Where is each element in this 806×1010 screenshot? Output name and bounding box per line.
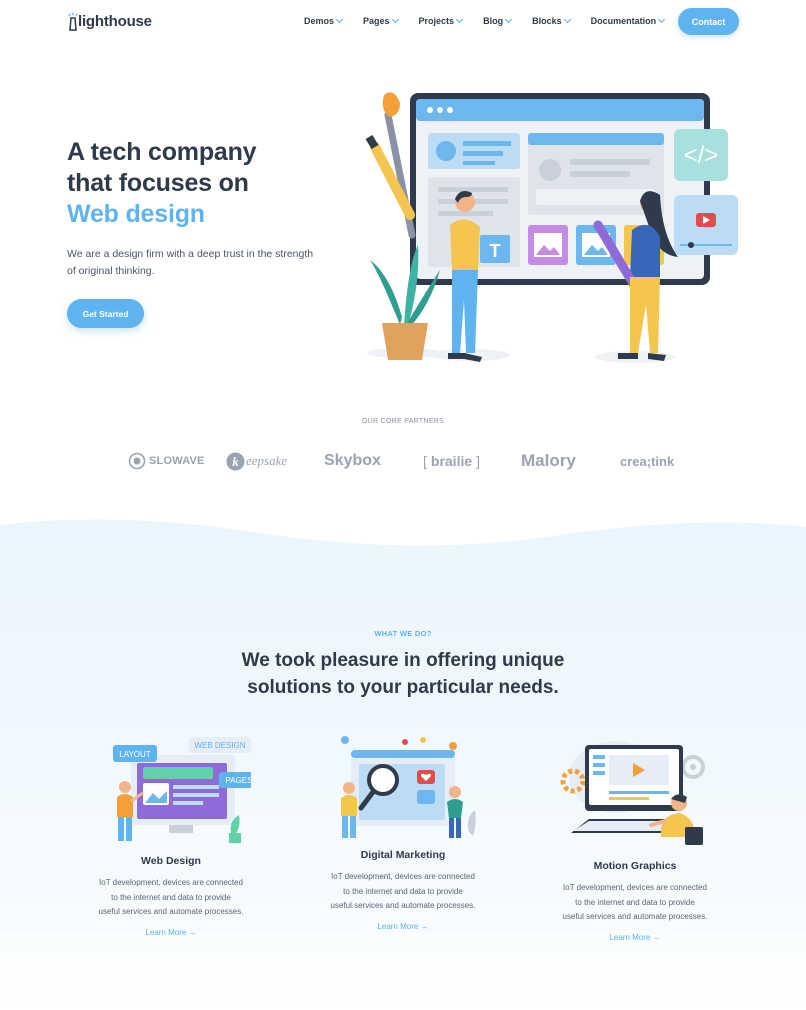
get-started-button[interactable]: Get Started <box>67 299 144 328</box>
card-desc-line: useful services and automate processes. <box>330 901 476 910</box>
svg-text:</>: </> <box>684 142 719 169</box>
hero-title-accent: Web design <box>67 200 205 228</box>
partner-logo-brailie[interactable]: [ brailie ] <box>423 446 480 476</box>
card-desc-line: IoT development, devices are connected <box>563 883 707 892</box>
hero-title-line: A tech company <box>67 138 257 166</box>
partners-label: OUR CORE PARTNERS <box>361 418 445 425</box>
partner-logo-skybox[interactable]: Skybox <box>324 446 381 476</box>
bracket-left: [ <box>423 453 427 469</box>
card-desc-line: IoT development, devices are connected <box>331 872 475 881</box>
digital-marketing-illustration <box>341 736 476 838</box>
lighthouse-icon <box>67 12 78 31</box>
hero-illustration: </> T <box>360 85 750 370</box>
chevron-down-icon <box>658 15 666 24</box>
partner-logo-creatink[interactable]: crea;tink <box>620 446 674 476</box>
partner-logo-slowave[interactable]: SLOWAVE <box>128 446 205 476</box>
partner-name: eepsake <box>246 453 288 468</box>
chevron-down-icon <box>563 15 571 24</box>
learn-more-link[interactable]: Learn More → <box>377 922 428 931</box>
nav-item-blocks[interactable]: Blocks <box>532 15 571 26</box>
partner-logo-malory[interactable]: Malory <box>521 446 576 476</box>
nav-item-demos[interactable]: Demos <box>304 15 344 26</box>
partner-name: brailie <box>430 453 473 469</box>
learn-more-link[interactable]: Learn More → <box>145 928 196 937</box>
partner-name: Skybox <box>324 452 381 469</box>
services-eyebrow: WHAT WE DO? <box>374 629 432 638</box>
card-desc-line: IoT development, devices are connected <box>99 878 243 887</box>
services-title-line: solutions to your particular needs. <box>247 677 559 698</box>
motion-graphics-illustration <box>560 741 705 845</box>
nav-item-label: Projects <box>418 16 455 26</box>
main-menu: Demos Pages Projects Blog Blocks Documen… <box>304 15 685 26</box>
card-desc-line: to the internet and data to provide <box>343 886 463 896</box>
card-desc-line: useful services and automate processes. <box>98 907 244 916</box>
nav-item-label: Pages <box>363 16 390 26</box>
nav-item-label: Blocks <box>532 16 562 26</box>
brand-logo[interactable]: lighthouse <box>67 12 152 31</box>
partner-logos: SLOWAVE k eepsake Skybox [ brailie ] Mal… <box>0 446 806 476</box>
card-description: IoT development, devices are connected t… <box>76 876 266 920</box>
nav-item-documentation[interactable]: Documentation <box>590 15 666 26</box>
web-design-illustration: LAYOUT WEB DESIGN PAGES <box>113 737 251 843</box>
layout-tag: LAYOUT <box>119 750 151 759</box>
keepsake-icon: k <box>226 452 245 470</box>
nav-item-label: Documentation <box>590 16 657 26</box>
chevron-down-icon <box>335 15 344 24</box>
services-title-line: We took pleasure in offering unique <box>241 650 565 671</box>
card-title: Digital Marketing <box>360 849 446 861</box>
card-description: IoT development, devices are connected t… <box>540 881 730 925</box>
card-desc-line: useful services and automate processes. <box>562 912 708 921</box>
svg-text:T: T <box>490 241 501 261</box>
chevron-down-icon <box>505 15 513 24</box>
hero-title-line: that focuses on <box>67 169 249 197</box>
card-title: Web Design <box>141 855 201 867</box>
nav-item-projects[interactable]: Projects <box>418 15 464 26</box>
chevron-down-icon <box>456 15 464 24</box>
slowave-icon <box>128 452 146 470</box>
hero-subtitle: We are a design firm with a deep trust i… <box>67 248 314 277</box>
partner-name: crea;tink <box>620 453 675 469</box>
service-card-web-design: LAYOUT WEB DESIGN PAGES Web Design IoT d… <box>76 735 266 940</box>
learn-more-link[interactable]: Learn More → <box>609 933 660 942</box>
nav-item-label: Demos <box>304 16 335 26</box>
brand-name: lighthouse <box>78 13 152 30</box>
service-card-motion-graphics: Motion Graphics IoT development, devices… <box>540 737 730 945</box>
card-description: IoT development, devices are connected t… <box>308 870 498 914</box>
card-desc-line: to the internet and data to provide <box>575 897 695 907</box>
hero-title: A tech company that focuses on Web desig… <box>67 137 257 230</box>
bracket-right: ] <box>476 453 481 469</box>
top-navigation: lighthouse Demos Pages Projects Blog Blo… <box>0 0 806 44</box>
partner-logo-keepsake[interactable]: k eepsake <box>226 446 287 476</box>
web-design-tag: WEB DESIGN <box>194 741 245 750</box>
card-title: Motion Graphics <box>593 860 677 872</box>
services-title: We took pleasure in offering unique solu… <box>0 647 806 701</box>
partner-name: Malory <box>521 451 576 470</box>
svg-text:k: k <box>232 454 239 469</box>
card-desc-line: to the internet and data to provide <box>111 892 231 902</box>
chevron-down-icon <box>391 15 399 24</box>
pages-tag: PAGES <box>226 776 251 785</box>
nav-item-label: Blog <box>483 16 504 26</box>
contact-button[interactable]: Contact <box>678 8 739 35</box>
nav-item-pages[interactable]: Pages <box>363 15 399 26</box>
service-card-digital-marketing: Digital Marketing IoT development, devic… <box>308 732 498 934</box>
nav-item-blog[interactable]: Blog <box>483 15 513 26</box>
partner-name: SLOWAVE <box>149 455 205 467</box>
